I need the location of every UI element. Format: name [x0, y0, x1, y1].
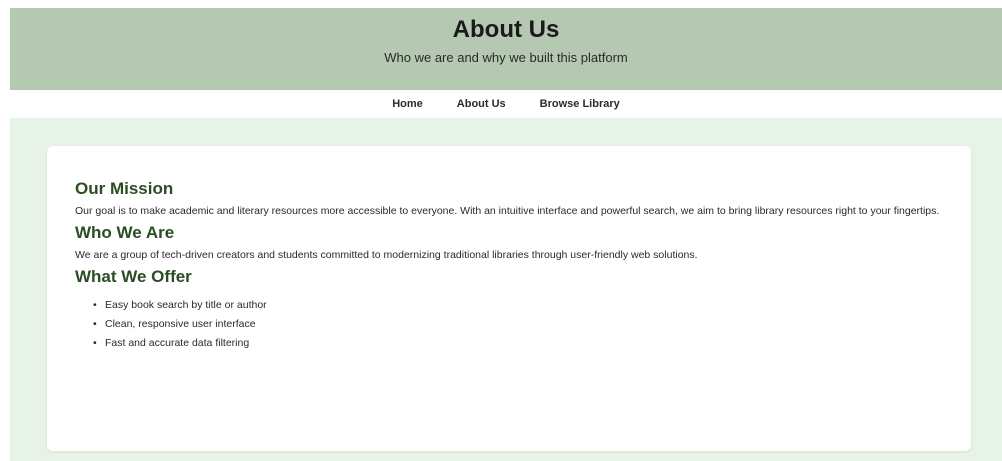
- page: About Us Who we are and why we built thi…: [0, 0, 1002, 461]
- bullet-icon: •: [93, 337, 97, 349]
- offer-item-text: Fast and accurate data filtering: [105, 337, 250, 349]
- bullet-icon: •: [93, 299, 97, 311]
- list-item: • Fast and accurate data filtering: [93, 334, 943, 353]
- offer-item-text: Clean, responsive user interface: [105, 318, 256, 330]
- page-subtitle: Who we are and why we built this platfor…: [384, 50, 628, 65]
- mission-heading: Our Mission: [75, 179, 174, 198]
- nav-link-home[interactable]: Home: [392, 98, 423, 110]
- offer-item-text: Easy book search by title or author: [105, 299, 267, 311]
- nav-link-browse-library[interactable]: Browse Library: [540, 98, 620, 110]
- offer-list: • Easy book search by title or author • Cl…: [75, 296, 943, 353]
- list-item: • Clean, responsive user interface: [93, 315, 943, 334]
- who-we-are-heading: Who We Are: [75, 223, 175, 242]
- page-header: About Us Who we are and why we built thi…: [10, 8, 1002, 90]
- what-we-offer-heading: What We Offer: [75, 267, 192, 286]
- nav-link-about-us[interactable]: About Us: [457, 98, 506, 110]
- bullet-icon: •: [93, 318, 97, 330]
- list-item: • Easy book search by title or author: [93, 296, 943, 315]
- main-nav: Home About Us Browse Library: [10, 90, 1002, 118]
- content-area: Our Mission Our goal is to make academic…: [10, 118, 1002, 461]
- mission-text: Our goal is to make academic and literar…: [75, 205, 940, 217]
- page-title: About Us: [452, 16, 560, 43]
- who-we-are-text: We are a group of tech-driven creators a…: [75, 249, 698, 261]
- about-card: Our Mission Our goal is to make academic…: [47, 146, 971, 451]
